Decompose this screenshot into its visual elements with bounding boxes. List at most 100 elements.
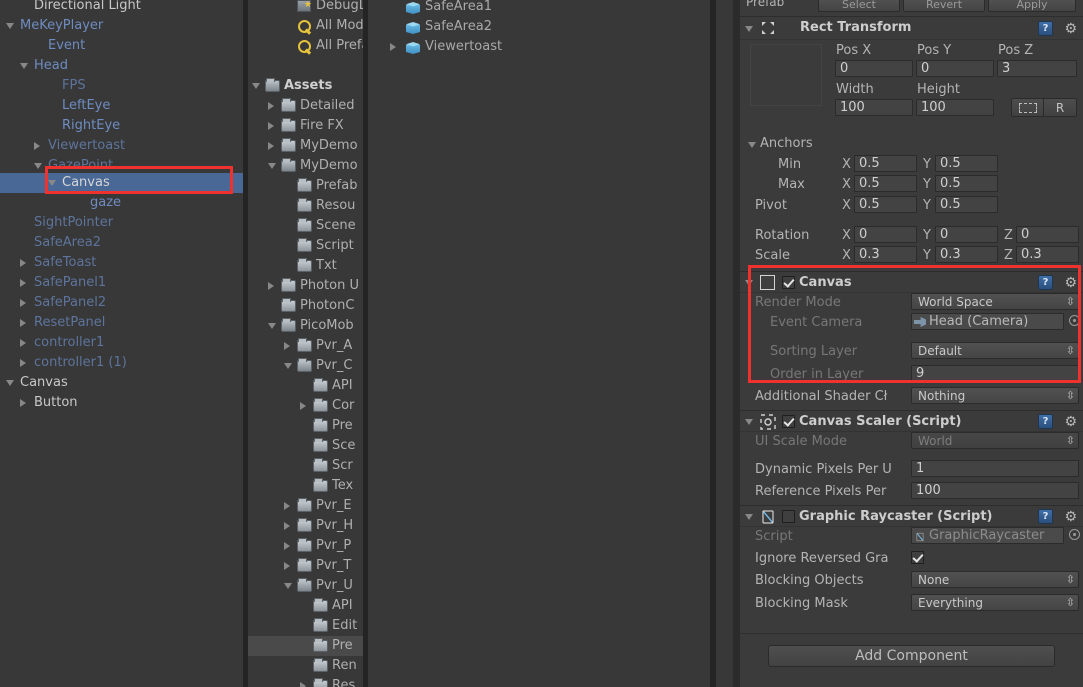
chevron-right-icon[interactable]: [300, 682, 306, 687]
chevron-right-icon[interactable]: [284, 502, 290, 510]
project-tree-item-api[interactable]: API: [248, 596, 363, 616]
chevron-right-icon[interactable]: [268, 122, 274, 130]
pivot-x-field[interactable]: 0.5: [854, 196, 917, 213]
height-field[interactable]: 100: [916, 99, 994, 116]
project-tree-item-pvr-c[interactable]: Pvr_C: [248, 356, 363, 376]
hierarchy-item-button[interactable]: Button: [0, 393, 243, 413]
project-tree-item-fire-fx[interactable]: Fire FX: [248, 116, 363, 136]
blocking-objects-dropdown[interactable]: None ⇳: [911, 571, 1079, 588]
chevron-down-icon[interactable]: [20, 63, 28, 69]
chevron-right-icon[interactable]: [20, 299, 26, 307]
hierarchy-item-event[interactable]: Event: [0, 36, 243, 56]
project-tree-item-picomob[interactable]: PicoMob: [248, 316, 363, 336]
canvas-foldout-icon[interactable]: [745, 280, 753, 286]
add-component-button[interactable]: Add Component: [768, 645, 1055, 667]
chevron-right-icon[interactable]: [300, 402, 306, 410]
render-mode-dropdown[interactable]: World Space ⇳: [911, 293, 1079, 310]
blueprint-mode-button[interactable]: [1011, 98, 1043, 117]
rotation-y-field[interactable]: 0: [935, 226, 998, 243]
order-in-layer-field[interactable]: 9: [911, 365, 1079, 382]
pos-x-field[interactable]: 0: [835, 60, 913, 77]
project-tree-item-pvr-u[interactable]: Pvr_U: [248, 576, 363, 596]
project-tree-item-api[interactable]: API: [248, 376, 363, 396]
chevron-right-icon[interactable]: [284, 342, 290, 350]
pivot-y-field[interactable]: 0.5: [935, 196, 998, 213]
blocking-mask-dropdown[interactable]: Everything ⇳: [911, 594, 1079, 611]
divider-content-inspector[interactable]: [710, 0, 716, 687]
scale-x-field[interactable]: 0.3: [854, 246, 917, 263]
help-icon[interactable]: ?: [1038, 21, 1053, 36]
help-icon[interactable]: ?: [1038, 414, 1053, 429]
canvas-scaler-header[interactable]: Canvas Scaler (Script) ? ⚙: [740, 410, 1083, 432]
project-tree-item-detailed[interactable]: Detailed: [248, 96, 363, 116]
project-tree-item-all-prefa[interactable]: All Prefa: [248, 36, 363, 56]
chevron-down-icon[interactable]: [6, 23, 14, 29]
scale-y-field[interactable]: 0.3: [935, 246, 998, 263]
chevron-down-icon[interactable]: [48, 180, 56, 186]
hierarchy-item-head[interactable]: Head: [0, 56, 243, 76]
hierarchy-item-controller1[interactable]: controller1: [0, 333, 243, 353]
reference-pixels-field[interactable]: 100: [911, 482, 1079, 499]
project-tree-item-assets[interactable]: Assets: [248, 76, 363, 96]
hierarchy-item-safetoast[interactable]: SafeToast: [0, 253, 243, 273]
project-tree-item-pvr-e[interactable]: Pvr_E: [248, 496, 363, 516]
gear-icon[interactable]: ⚙: [1064, 276, 1077, 290]
chevron-down-icon[interactable]: [252, 83, 260, 89]
project-tree-item-ren[interactable]: Ren: [248, 656, 363, 676]
chevron-right-icon[interactable]: [268, 282, 274, 290]
project-tree-item-all-mode[interactable]: All Mode: [248, 16, 363, 36]
help-icon[interactable]: ?: [1038, 275, 1053, 290]
ignore-reversed-checkbox[interactable]: [911, 551, 924, 564]
chevron-down-icon[interactable]: [268, 323, 276, 329]
hierarchy-item-canvas[interactable]: Canvas: [0, 173, 243, 193]
scale-z-field[interactable]: 0.3: [1016, 246, 1079, 263]
chevron-right-icon[interactable]: [20, 399, 26, 407]
event-camera-object-field[interactable]: Head (Camera): [911, 313, 1064, 330]
rotation-z-field[interactable]: 0: [1016, 226, 1079, 243]
project-tree-item-res[interactable]: Res: [248, 676, 363, 687]
anchor-preset-box[interactable]: [750, 44, 822, 106]
hierarchy-item-controller1-1[interactable]: controller1 (1): [0, 353, 243, 373]
chevron-down-icon[interactable]: [34, 163, 42, 169]
project-tree-item-photon-u[interactable]: Photon U: [248, 276, 363, 296]
project-tree-item-mydemo[interactable]: MyDemo: [248, 136, 363, 156]
canvas-scaler-foldout-icon[interactable]: [745, 419, 753, 425]
graphic-raycaster-foldout-icon[interactable]: [745, 514, 753, 520]
event-camera-picker-icon[interactable]: [1069, 315, 1080, 326]
pos-y-field[interactable]: 0: [916, 60, 994, 77]
chevron-right-icon[interactable]: [20, 359, 26, 367]
gear-icon[interactable]: ⚙: [1064, 510, 1077, 524]
gear-icon[interactable]: ⚙: [1064, 22, 1077, 36]
hierarchy-item-safearea2[interactable]: SafeArea2: [0, 233, 243, 253]
hierarchy-item-canvas[interactable]: Canvas: [0, 373, 243, 393]
chevron-right-icon[interactable]: [390, 43, 396, 51]
chevron-right-icon[interactable]: [34, 142, 40, 150]
prefab-select-button[interactable]: Select: [818, 0, 900, 12]
rotation-x-field[interactable]: 0: [854, 226, 917, 243]
project-tree-item-script[interactable]: Script: [248, 236, 363, 256]
rect-transform-foldout-icon[interactable]: [745, 26, 753, 32]
help-icon[interactable]: ?: [1038, 509, 1053, 524]
prefab-apply-button[interactable]: Apply: [988, 0, 1076, 12]
canvas-scaler-enabled-checkbox[interactable]: [782, 415, 795, 428]
raw-edit-button[interactable]: R: [1043, 98, 1077, 117]
project-tree-item-debuglo[interactable]: DebugLo: [248, 0, 363, 16]
chevron-right-icon[interactable]: [284, 562, 290, 570]
graphic-raycaster-header[interactable]: Graphic Raycaster (Script) ? ⚙: [740, 505, 1083, 527]
project-tree-item-scene[interactable]: Scene: [248, 216, 363, 236]
project-tree-item-pvr-p[interactable]: Pvr_P: [248, 536, 363, 556]
hierarchy-item-lefteye[interactable]: LeftEye: [0, 96, 243, 116]
hierarchy-item-safepanel1[interactable]: SafePanel1: [0, 273, 243, 293]
project-tree-item-edit[interactable]: Edit: [248, 616, 363, 636]
project-tree-item-sce[interactable]: Sce: [248, 436, 363, 456]
anchor-min-y-field[interactable]: 0.5: [935, 155, 998, 172]
dynamic-pixels-field[interactable]: 1: [911, 460, 1079, 477]
sorting-layer-dropdown[interactable]: Default ⇳: [911, 342, 1079, 359]
project-tree-item-pvr-a[interactable]: Pvr_A: [248, 336, 363, 356]
chevron-right-icon[interactable]: [268, 102, 274, 110]
prefab-revert-button[interactable]: Revert: [903, 0, 985, 12]
hierarchy-item-gaze[interactable]: gaze: [0, 193, 243, 213]
chevron-right-icon[interactable]: [268, 142, 274, 150]
rect-transform-header[interactable]: Rect Transform ? ⚙: [740, 16, 1083, 40]
hierarchy-item-fps[interactable]: FPS: [0, 76, 243, 96]
